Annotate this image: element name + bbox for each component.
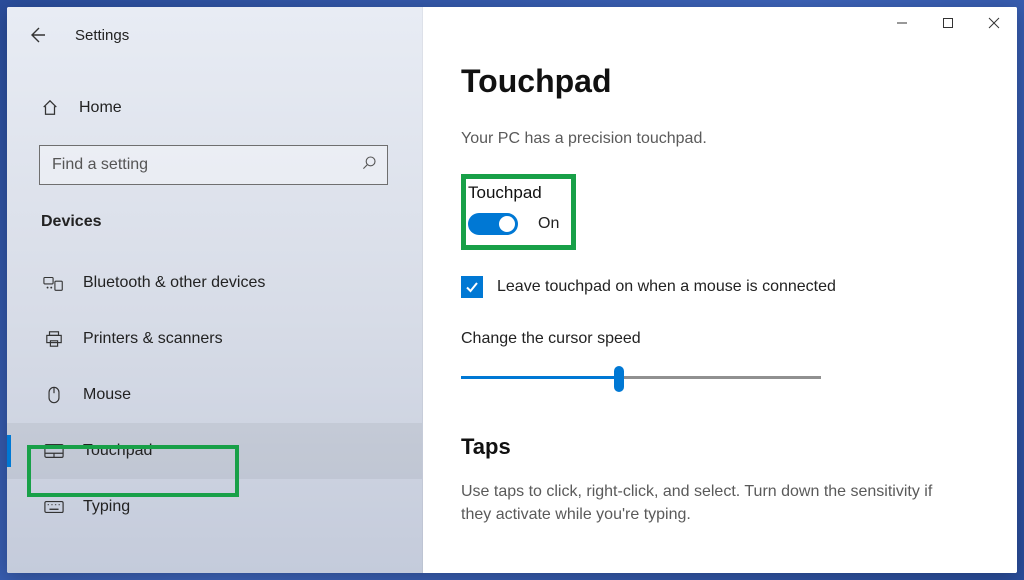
page-title: Touchpad (461, 63, 1017, 100)
header-row: Settings (7, 11, 422, 59)
search-box[interactable] (39, 145, 388, 185)
maximize-button[interactable] (925, 7, 971, 39)
app-title: Settings (75, 27, 129, 44)
bluetooth-icon (43, 274, 65, 292)
titlebar-controls (879, 7, 1017, 39)
taps-heading: Taps (461, 434, 1017, 460)
toggle-label: Touchpad (468, 183, 559, 203)
touchpad-icon (43, 443, 65, 459)
page-subtitle: Your PC has a precision touchpad. (461, 130, 1017, 148)
toggle-state-text: On (538, 215, 559, 233)
keyboard-icon (43, 500, 65, 514)
sidebar-item-printers[interactable]: Printers & scanners (7, 311, 422, 367)
sidebar-item-label: Printers & scanners (83, 330, 223, 348)
search-input[interactable] (52, 156, 361, 174)
sidebar-item-home[interactable]: Home (7, 85, 422, 131)
mouse-icon (43, 386, 65, 404)
sidebar-item-label: Bluetooth & other devices (83, 274, 265, 292)
slider-label: Change the cursor speed (461, 330, 1017, 348)
nav-list: Bluetooth & other devices Printers & sca… (7, 255, 422, 535)
sidebar-item-label: Home (79, 99, 122, 117)
settings-window: Settings Home Devices Bluetooth & oth (7, 7, 1017, 573)
sidebar-item-touchpad[interactable]: Touchpad (7, 423, 422, 479)
home-icon (39, 99, 61, 117)
back-button[interactable] (21, 19, 53, 51)
sidebar-item-mouse[interactable]: Mouse (7, 367, 422, 423)
sidebar-item-label: Touchpad (83, 442, 152, 460)
sidebar-item-bluetooth[interactable]: Bluetooth & other devices (7, 255, 422, 311)
minimize-button[interactable] (879, 7, 925, 39)
sidebar-item-label: Typing (83, 498, 130, 516)
taps-description: Use taps to click, right-click, and sele… (461, 480, 961, 526)
cursor-speed-slider[interactable] (461, 366, 821, 390)
category-heading: Devices (7, 185, 422, 237)
printer-icon (43, 330, 65, 348)
touchpad-toggle[interactable] (468, 213, 518, 235)
sidebar: Settings Home Devices Bluetooth & oth (7, 7, 423, 573)
sidebar-item-typing[interactable]: Typing (7, 479, 422, 535)
search-icon (361, 155, 377, 176)
main-content: Touchpad Your PC has a precision touchpa… (423, 7, 1017, 573)
annotation-highlight-toggle: Touchpad On (461, 174, 576, 250)
leave-touchpad-checkbox-row[interactable]: Leave touchpad on when a mouse is connec… (461, 276, 1017, 298)
sidebar-item-label: Mouse (83, 386, 131, 404)
checkbox-label: Leave touchpad on when a mouse is connec… (497, 278, 836, 296)
checkbox-icon[interactable] (461, 276, 483, 298)
close-button[interactable] (971, 7, 1017, 39)
